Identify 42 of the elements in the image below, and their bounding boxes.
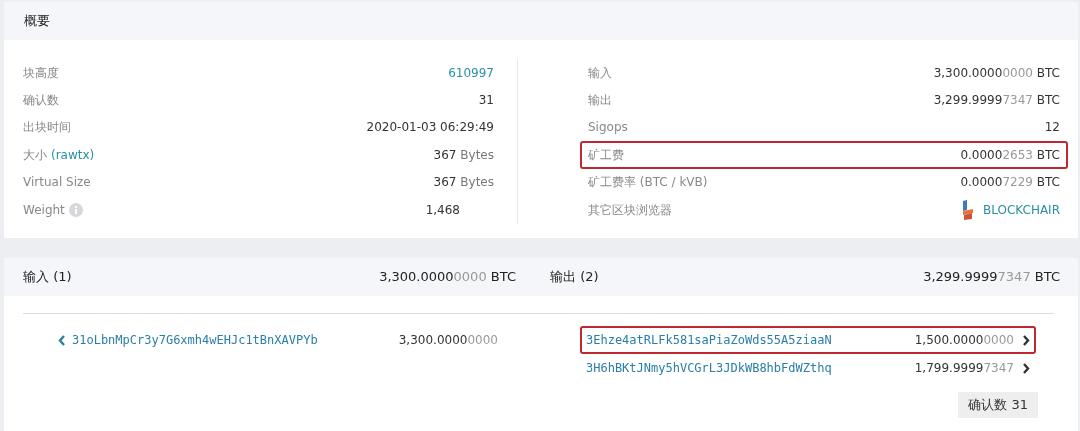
field-label: Virtual Size [23, 174, 91, 192]
field-label: 大小 [23, 146, 47, 164]
field-label: 输出 [588, 92, 612, 110]
value-text: 1,468 [425, 201, 460, 219]
amount-text: 3,300.00000000 [398, 332, 498, 349]
chevron-right-icon [1022, 334, 1030, 346]
info-icon [68, 202, 83, 217]
outputs-title: 输出 (2) [550, 268, 599, 287]
rawtx-link[interactable]: (rawtx) [51, 145, 95, 164]
amount-text: 1,799.99997347 [914, 360, 1014, 377]
value-text: 31 [478, 92, 494, 110]
chair-logo-icon [961, 199, 975, 220]
input-address-link[interactable]: 31oLbnMpCr3y7G6xmh4wEHJc1tBnXAVPYb [58, 331, 318, 349]
amount-text: 3,300.00000000 BTC [933, 64, 1060, 82]
value-text: 367 Bytes [433, 146, 494, 164]
field-label: 块高度 [23, 64, 59, 82]
confirmations-badge: 确认数 31 [958, 392, 1038, 418]
value-text: 367 Bytes [433, 174, 494, 192]
output-address-link[interactable]: 3Ehze4atRLFk581saPiaZoWds55A5ziaaN [586, 331, 832, 349]
field-label: Sigops [588, 119, 628, 137]
inputs-total: 3,300.00000000 BTC [379, 268, 516, 287]
field-label: 输入 [588, 64, 612, 82]
amount-text: 0.00002653 BTC [960, 146, 1060, 164]
chevron-left-icon [58, 334, 66, 346]
field-label: 确认数 [23, 92, 59, 110]
outputs-total: 3,299.99997347 BTC [923, 268, 1060, 287]
field-label: 其它区块浏览器 [588, 201, 672, 219]
amount-text: 0.00007229 BTC [960, 174, 1060, 192]
amount-text: 3,299.99997347 BTC [933, 92, 1060, 110]
field-label: 矿工费率 (BTC / kVB) [588, 174, 708, 192]
field-label: 出块时间 [23, 119, 71, 137]
block-height-link[interactable]: 610997 [448, 63, 494, 82]
field-label: 矿工费 [588, 146, 624, 164]
inputs-title: 输入 (1) [23, 268, 72, 287]
chevron-right-icon [1022, 362, 1030, 374]
field-label: Weight [23, 201, 65, 219]
amount-text: 1,500.00000000 [914, 332, 1014, 349]
output-address-link[interactable]: 3H6hBKtJNmy5hVCGrL3JDkWB8hbFdWZthq [586, 359, 832, 377]
card-title: 概要 [24, 12, 50, 31]
value-text: 12 [1044, 119, 1060, 137]
blockchair-link[interactable]: BLOCKCHAIR [983, 200, 1060, 219]
value-text: 2020-01-03 06:29:49 [366, 119, 494, 137]
